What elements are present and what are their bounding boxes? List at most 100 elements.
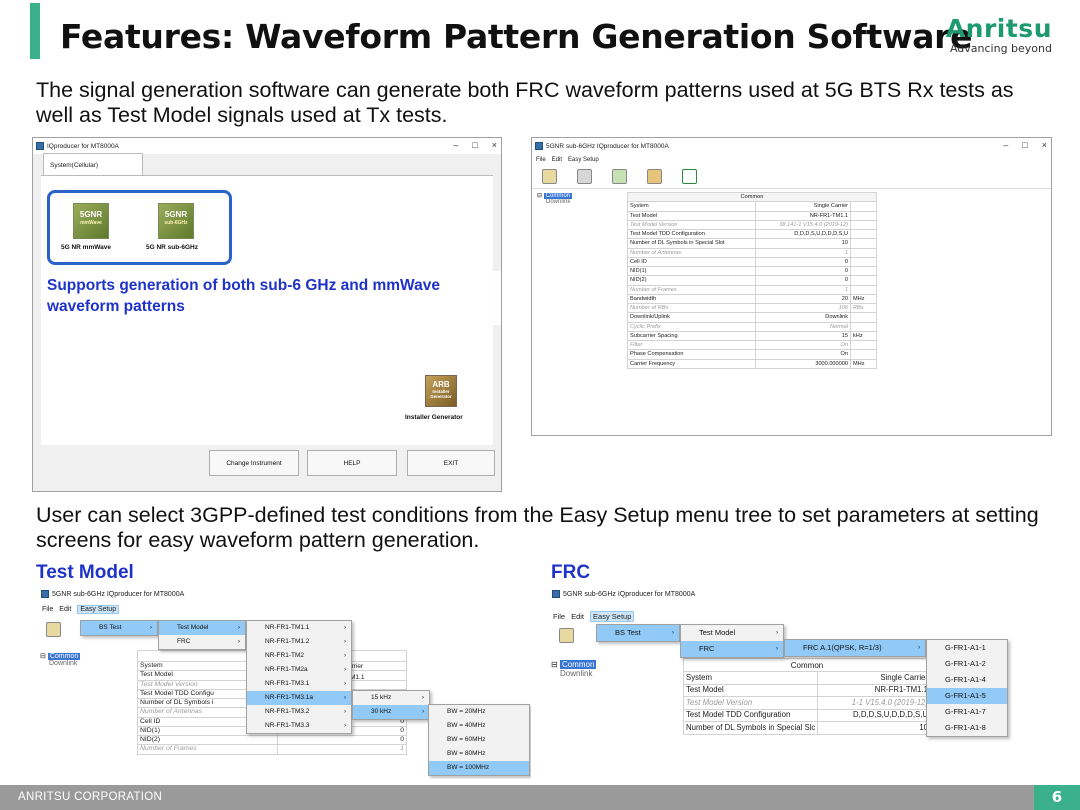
menu-bs-test[interactable]: BS Test › (81, 621, 157, 635)
param-value[interactable]: Normal (755, 321, 851, 332)
param-value[interactable]: 10 (817, 721, 931, 735)
save-icon[interactable] (577, 169, 592, 184)
tab-system-cellular[interactable]: System(Cellular) (43, 153, 143, 176)
maximize-icon[interactable]: □ (472, 140, 477, 150)
chevron-right-icon: › (672, 630, 674, 636)
menu-item[interactable]: NR-FR1-TM3.2 › (247, 705, 351, 719)
table-row: Subcarrier Spacing 15 kHz (626, 330, 877, 342)
menu-item[interactable]: NR-FR1-TM2 › (247, 649, 351, 663)
param-name: Number of DL Symbols in Special Slot (626, 238, 757, 249)
param-value[interactable]: 0 (755, 275, 851, 286)
param-value[interactable]: NR-FR1-TM1.1 (755, 210, 851, 221)
menu-item[interactable]: FRC › (681, 641, 783, 657)
param-value[interactable]: 10 (755, 238, 851, 249)
menu-item[interactable]: BS Test › (597, 625, 679, 641)
exit-button[interactable]: EXIT (407, 450, 495, 476)
param-value[interactable]: Downlink (755, 312, 851, 323)
transfer-icon[interactable] (647, 169, 662, 184)
menu-easy-setup[interactable]: Easy Setup (77, 604, 120, 614)
installer-generator-label[interactable]: Installer Generator (405, 414, 463, 421)
menu-item[interactable]: NR-FR1-TM3.1 › (247, 677, 351, 691)
tree-node-common[interactable]: ⊟ Common (551, 660, 597, 669)
param-value[interactable]: 15 (755, 330, 851, 342)
param-value[interactable]: Single Carrier (817, 671, 931, 685)
menu-item[interactable]: NR-FR1-TM1.1 › (247, 621, 351, 635)
menu-item[interactable]: G-FR1-A1-5 (927, 688, 1007, 704)
menu-file[interactable]: File (42, 606, 53, 613)
menu-frc[interactable]: FRC › (159, 635, 245, 649)
menu-file[interactable]: File (536, 157, 546, 163)
menu-item[interactable]: BW = 100MHz (429, 761, 529, 775)
menu-item[interactable]: G-FR1-A1-7 (927, 704, 1007, 720)
graph-icon[interactable] (612, 169, 627, 184)
param-value[interactable]: 0 (755, 265, 851, 277)
frc-window: 5GNR sub-6GHz IQproducer for MT8000A Fil… (549, 586, 1046, 744)
menu-item[interactable]: FRC A.1(QPSK, R=1/3) › (785, 640, 925, 656)
minimize-icon[interactable]: – (453, 140, 458, 150)
change-instrument-button[interactable]: Change Instrument (209, 450, 299, 476)
menu-easy-setup[interactable]: Easy Setup (568, 157, 599, 163)
menu-edit[interactable]: Edit (59, 606, 71, 613)
mmwave-app-icon[interactable]: 5GNR mmWave (73, 203, 109, 239)
menu-item[interactable]: BW = 20MHz (429, 705, 529, 719)
sub6-app-icon[interactable]: 5GNR sub-6GHz (158, 203, 194, 239)
param-value[interactable]: On (755, 349, 851, 360)
param-value[interactable]: 0 (277, 734, 407, 746)
open-icon[interactable] (542, 169, 557, 184)
param-value[interactable]: 0 (755, 256, 851, 268)
param-unit (850, 321, 877, 332)
menu-edit[interactable]: Edit (552, 157, 562, 163)
menu-item[interactable]: BW = 80MHz (429, 747, 529, 761)
param-value[interactable]: D,D,D,S,U,D,D,D,S,U (755, 228, 851, 240)
param-value[interactable]: NR-FR1-TM1.1 (817, 683, 931, 697)
param-value[interactable]: On (755, 339, 851, 351)
tree-node-common[interactable]: ⊟ Common (40, 652, 81, 660)
menu-item[interactable]: G-FR1-A1-4 (927, 672, 1007, 688)
exit-door-icon[interactable] (682, 169, 697, 184)
menu-test-model[interactable]: Test Model › (159, 621, 245, 635)
open-icon[interactable] (559, 628, 574, 643)
installer-generator-icon[interactable]: ARB Installer Generator (425, 375, 457, 407)
menu-item[interactable]: NR-FR1-TM1.2 › (247, 635, 351, 649)
menu-item[interactable]: Test Model › (681, 625, 783, 641)
minimize-icon[interactable]: – (1003, 140, 1008, 150)
param-value[interactable]: 1 (755, 284, 851, 295)
menu-item[interactable]: BW = 60MHz (429, 733, 529, 747)
tree-node-downlink[interactable]: Downlink (40, 660, 80, 667)
param-value[interactable]: D,D,D,S,U,D,D,D,S,U (817, 708, 931, 722)
menu-item[interactable]: G-FR1-A1-2 (927, 656, 1007, 672)
tree-node-downlink[interactable]: Downlink (551, 669, 596, 678)
param-value[interactable]: 106 (755, 302, 851, 314)
menu-edit[interactable]: Edit (571, 612, 584, 621)
chevron-right-icon: › (422, 709, 424, 715)
param-value[interactable]: 1 (277, 744, 407, 755)
param-value[interactable]: Single Carrier (755, 201, 851, 212)
launcher-title: IQproducer for MT8000A (47, 142, 119, 150)
help-button[interactable]: HELP (307, 450, 397, 476)
tree-node-common[interactable]: ⊟ Common (537, 192, 573, 199)
menu-item[interactable]: G-FR1-A1-8 (927, 720, 1007, 736)
chevron-right-icon: › (776, 646, 778, 652)
menu-file[interactable]: File (553, 612, 565, 621)
menu-item[interactable]: 30 kHz › (353, 705, 429, 719)
tree-node-downlink[interactable]: Downlink (537, 199, 572, 205)
maximize-icon[interactable]: □ (1022, 140, 1027, 150)
menu-item[interactable]: G-FR1-A1-1 (927, 640, 1007, 656)
menu-item[interactable]: BW = 40MHz (429, 719, 529, 733)
menu-item[interactable]: 15 kHz › (353, 691, 429, 705)
param-value[interactable]: 3000.000000 (755, 358, 851, 369)
open-icon[interactable] (46, 622, 61, 637)
close-icon[interactable]: × (1042, 140, 1047, 150)
param-value[interactable]: 1 (755, 247, 851, 258)
sub6-app-label[interactable]: 5G NR sub-6GHz (146, 244, 198, 251)
mmwave-app-label[interactable]: 5G NR mmWave (61, 244, 111, 251)
param-value[interactable]: 20 (755, 293, 851, 305)
menu-easy-setup[interactable]: Easy Setup (590, 610, 635, 622)
menu-item[interactable]: NR-FR1-TM2a › (247, 663, 351, 677)
menu-item[interactable]: NR-FR1-TM3.3 › (247, 719, 351, 733)
param-value[interactable]: 38.141-1 V15.4.0 (2019-12) (755, 219, 851, 231)
close-icon[interactable]: × (492, 140, 497, 150)
menu-item[interactable]: NR-FR1-TM3.1a › (247, 691, 351, 705)
chevron-right-icon: › (238, 625, 240, 631)
param-value[interactable]: 1-1 V15.4.0 (2019-12) (817, 696, 931, 710)
